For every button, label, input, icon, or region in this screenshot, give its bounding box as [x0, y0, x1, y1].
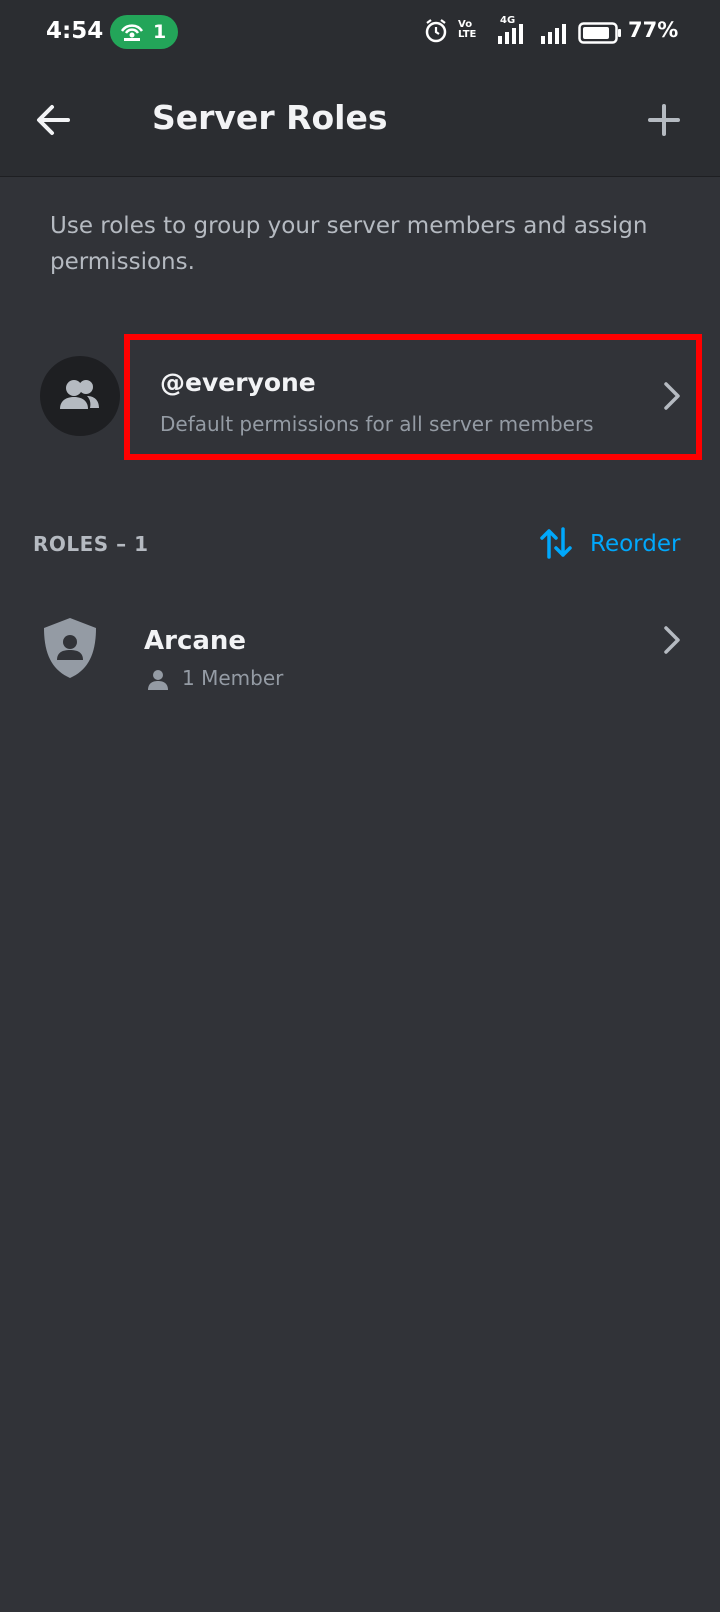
- shield-user-icon: [44, 618, 96, 678]
- battery-percentage: 77%: [628, 18, 679, 42]
- back-button[interactable]: [30, 96, 78, 144]
- hotspot-indicator: 1: [110, 15, 178, 49]
- page-title: Server Roles: [152, 98, 388, 137]
- roles-section-header: ROLES – 1: [33, 532, 149, 556]
- add-role-button[interactable]: [640, 96, 688, 144]
- battery-icon: [578, 22, 621, 44]
- everyone-role-name: @everyone: [160, 368, 316, 397]
- signal-4g-icon: [498, 24, 523, 44]
- members-group-icon: [60, 380, 99, 409]
- role-row-arcane[interactable]: Arcane 1 Member: [0, 600, 720, 700]
- everyone-avatar: [40, 356, 120, 436]
- everyone-role-row[interactable]: @everyone Default permissions for all se…: [0, 334, 720, 462]
- highlight-box: [124, 334, 702, 460]
- reorder-arrows-icon: [540, 527, 572, 559]
- chevron-right-icon: [664, 626, 680, 654]
- status-bar: 4:54 1 Vo LTE 4G 77%: [0, 0, 720, 64]
- hotspot-count: 1: [153, 21, 167, 43]
- person-icon: [148, 670, 168, 690]
- role-member-label: 1 Member: [182, 666, 284, 690]
- app-bar: Server Roles: [0, 64, 720, 177]
- alarm-icon: [425, 19, 447, 43]
- chevron-right-icon: [664, 382, 680, 410]
- reorder-label: Reorder: [590, 531, 681, 557]
- hotspot-icon: [120, 24, 144, 41]
- signal-icon: [541, 24, 566, 44]
- role-name: Arcane: [144, 626, 247, 656]
- status-time: 4:54: [46, 18, 104, 44]
- everyone-role-description: Default permissions for all server membe…: [160, 412, 594, 436]
- roles-description: Use roles to group your server members a…: [50, 213, 648, 275]
- plus-icon: [648, 104, 680, 136]
- arrow-left-icon: [37, 105, 70, 135]
- volte-icon: Vo LTE: [458, 19, 477, 40]
